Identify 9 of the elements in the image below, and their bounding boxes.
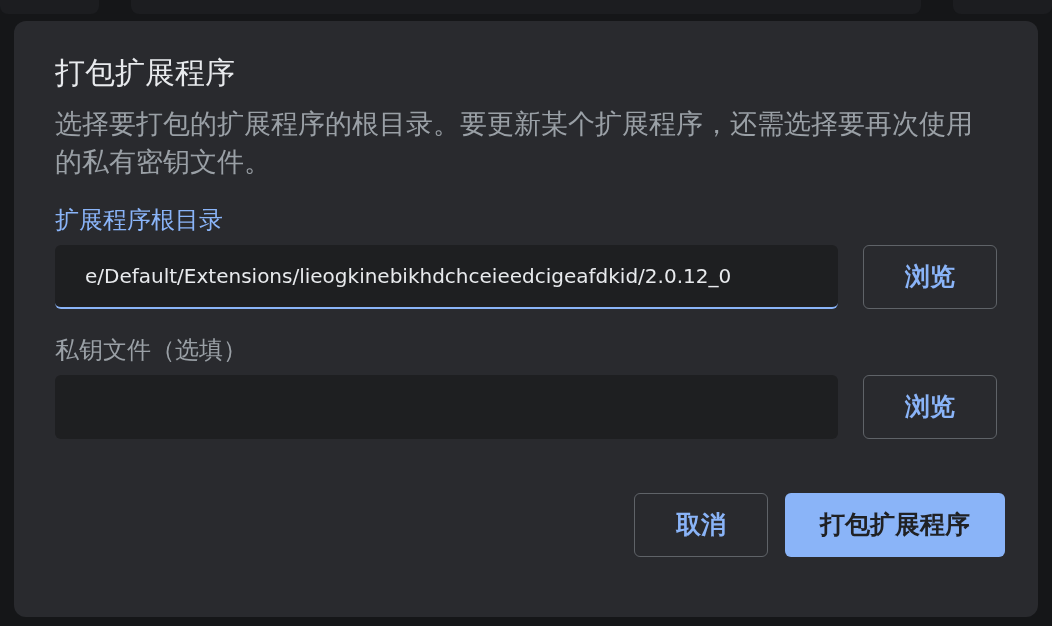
dialog-title: 打包扩展程序 [55, 54, 236, 92]
field-label: 扩展程序根目录 [55, 205, 224, 235]
pack-button[interactable]: 打包扩展程序 [785, 493, 1005, 557]
cancel-button[interactable]: 取消 [634, 493, 768, 557]
path-input-field[interactable]: e/Default/Extensions/lieogkinebikhdchceieedcigeafdkid/2.0.12_0 [55, 245, 839, 309]
field-label: 私钥文件（选填） [55, 335, 248, 365]
dialog-description: 选择要打包的扩展程序的根目录。要更新某个扩展程序，还需选择要再次使用的私有密钥文件。 [55, 107, 974, 179]
browse-button[interactable]: 浏览 [863, 375, 997, 439]
browse-button[interactable]: 浏览 [863, 245, 997, 309]
